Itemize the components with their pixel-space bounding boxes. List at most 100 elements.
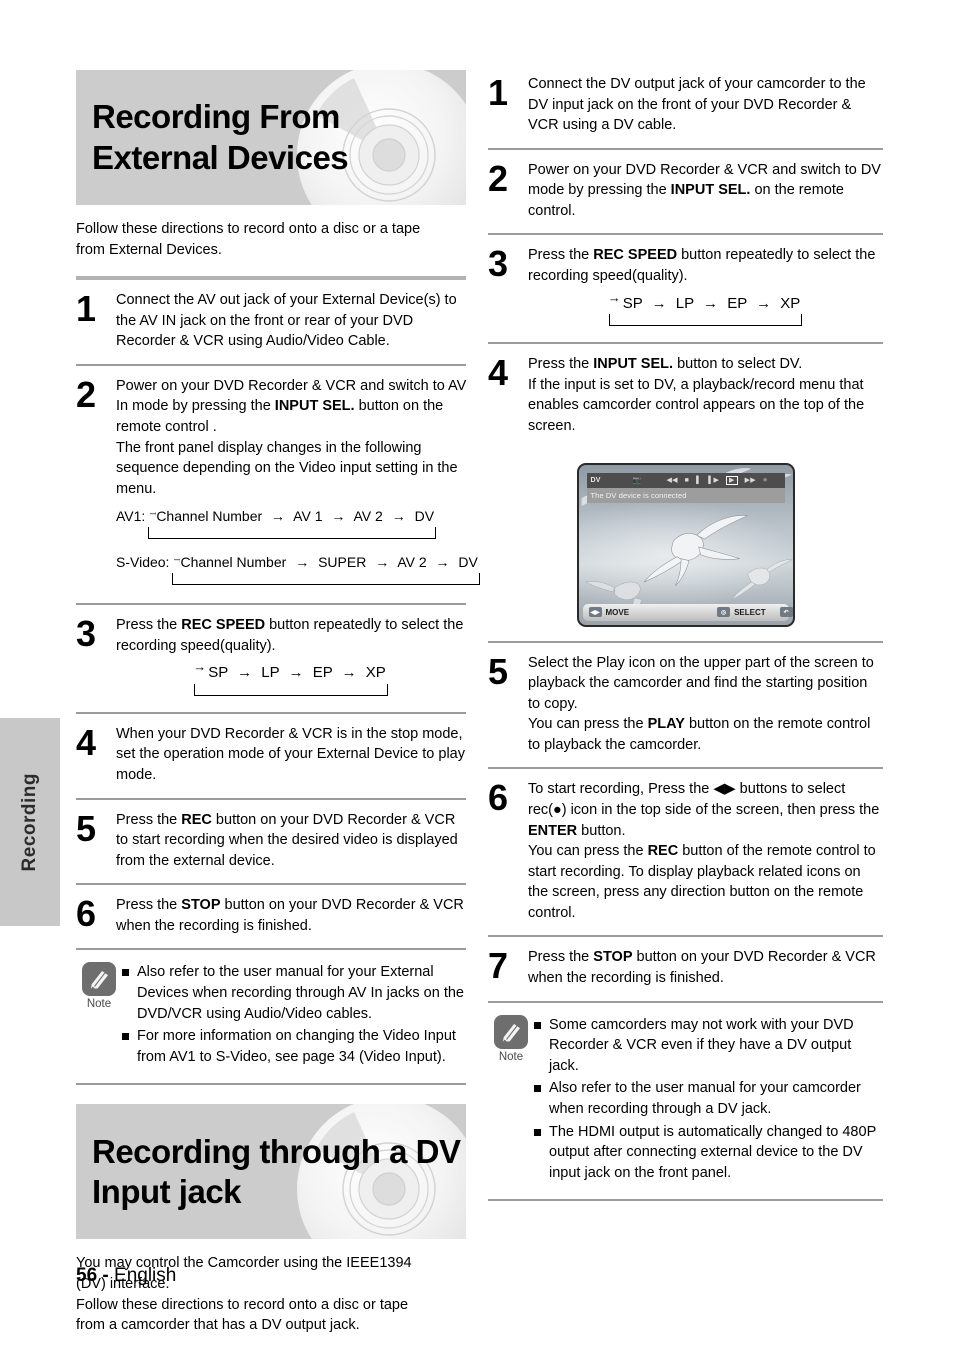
step-number: 1 <box>76 288 97 330</box>
page-number: 56 - <box>76 1265 109 1286</box>
flow-loop-line <box>172 573 480 586</box>
note-label: Note <box>86 998 112 1011</box>
return-key-icon: ↶ <box>779 607 793 618</box>
step-number: 2 <box>488 157 509 199</box>
rewind-icon[interactable]: ◀◀ <box>667 477 678 484</box>
flow-label: AV1: <box>116 508 146 525</box>
step-item: 3 Press the REC SPEED button repeatedly … <box>76 605 466 712</box>
flow-arrow-head-icon: → <box>193 659 207 675</box>
step-item: 6 Press the STOP button on your DVD Reco… <box>76 885 466 948</box>
page-footer: 56 - English <box>76 1265 176 1287</box>
dv-screenshot: DV 📷 ◀◀ ■ ▌ ▌▶ ▶ ▶▶ ● The DV device is c… <box>576 462 795 627</box>
step-text: To start recording, Press the ◀▶ buttons… <box>528 781 880 921</box>
divider-thin <box>488 1199 883 1202</box>
manual-page: Recording Recording From External Device… <box>0 0 954 1349</box>
section-title: Recording From External Devices <box>92 98 349 176</box>
record-icon[interactable]: ● <box>763 476 768 484</box>
flow-loop-line <box>608 314 803 327</box>
flow-item: AV 1 <box>293 508 323 525</box>
flow-item: XP <box>365 664 386 682</box>
flow-item: Channel Number <box>180 554 287 571</box>
section-title: Recording through a DV Input jack <box>92 1132 461 1210</box>
note-item: For more information on changing the Vid… <box>122 1026 466 1067</box>
step-item: 4 Press the INPUT SEL. button to select … <box>488 344 883 448</box>
camcorder-icon: 📷 <box>632 477 642 485</box>
step-text: Connect the AV out jack of your External… <box>116 292 457 350</box>
step-item: 4 When your DVD Recorder & VCR is in the… <box>76 714 466 798</box>
step-text: Press the INPUT SEL. button to select DV… <box>528 356 865 434</box>
step-text: Select the Play icon on the upper part o… <box>528 654 874 753</box>
flow-item: SP <box>622 294 643 312</box>
side-tab-label: Recording <box>19 772 40 872</box>
pencil-note-icon <box>494 1014 528 1049</box>
divider-thin <box>76 1083 466 1086</box>
step-number: 2 <box>76 373 97 415</box>
flow-item: DV <box>458 554 478 571</box>
note-item: The HDMI output is automatically changed… <box>534 1122 883 1184</box>
arrow-right-icon: → <box>288 664 304 682</box>
flow-loop-line <box>148 527 437 540</box>
dv-mode-label: DV <box>590 476 601 484</box>
flow-diagram-rec-speed: → SP → LP → EP → XP <box>116 659 466 696</box>
dv-osd-panel: DV 📷 ◀◀ ■ ▌ ▌▶ ▶ ▶▶ ● The DV device is c… <box>586 472 785 505</box>
step-number: 5 <box>488 650 509 692</box>
step-number: 3 <box>488 243 509 285</box>
arrow-right-icon: → <box>703 294 719 312</box>
play-icon[interactable]: ▶ <box>726 475 738 485</box>
arrow-right-icon: → <box>341 664 357 682</box>
step-text: Press the REC SPEED button repeatedly to… <box>528 247 876 285</box>
step-text: Power on your DVD Recorder & VCR and swi… <box>116 377 467 497</box>
flow-item: EP <box>727 294 747 312</box>
flow-item: SUPER <box>318 554 367 571</box>
note-label: Note <box>498 1050 524 1063</box>
dv-screen-figure: DV 📷 ◀◀ ■ ▌ ▌▶ ▶ ▶▶ ● The DV device is c… <box>488 462 883 627</box>
arrow-right-icon: → <box>756 294 772 312</box>
section-side-tab: Recording <box>0 718 60 926</box>
left-column: Recording From External Devices Follow t… <box>76 70 480 1336</box>
arrow-right-icon: → <box>331 508 346 525</box>
flow-arrow-head-icon: → <box>607 289 621 305</box>
pause-icon[interactable]: ▌ <box>696 477 701 484</box>
flow-item: EP <box>312 664 333 682</box>
note-item: Some camcorders may not work with your D… <box>534 1015 883 1077</box>
flow-item: SP <box>208 664 228 682</box>
arrow-right-icon: → <box>435 554 450 571</box>
flow-item: LP <box>675 294 694 312</box>
dv-status-text: The DV device is connected <box>586 487 785 503</box>
step-number: 1 <box>488 72 509 113</box>
flow-item: XP <box>780 294 801 312</box>
move-label: MOVE <box>605 607 630 617</box>
arrow-right-icon: → <box>375 554 390 571</box>
flow-item: LP <box>261 664 280 682</box>
step-number: 4 <box>488 352 509 394</box>
arrow-right-icon: → <box>651 294 667 312</box>
step-item: 3 Press the REC SPEED button repeatedly … <box>488 235 883 342</box>
flow-item: AV 2 <box>353 508 383 525</box>
select-label: SELECT <box>734 607 766 617</box>
select-key-icon: ◎ <box>717 607 731 618</box>
step-forward-icon[interactable]: ▌▶ <box>708 477 719 484</box>
page-language: English <box>114 1265 177 1286</box>
step-number: 6 <box>488 777 509 819</box>
dv-osd-footer-bar: ◀▶ MOVE ◎ SELECT ↶ RETURN <box>582 603 793 621</box>
step-text: Press the REC button on your DVD Recorde… <box>116 811 458 869</box>
fast-forward-icon[interactable]: ▶▶ <box>745 477 756 484</box>
step-text: Press the STOP button on your DVD Record… <box>528 949 876 987</box>
flow-item: Channel Number <box>156 508 263 525</box>
step-item: 7 Press the STOP button on your DVD Reco… <box>488 937 883 1000</box>
step-text: When your DVD Recorder & VCR is in the s… <box>116 725 465 783</box>
step-item: 2 Power on your DVD Recorder & VCR and s… <box>488 150 883 234</box>
note-box: Note Also refer to the user manual for y… <box>76 950 466 1083</box>
step-number: 3 <box>76 613 97 655</box>
note-item: Also refer to the user manual for your c… <box>534 1078 883 1119</box>
arrow-right-icon: → <box>237 664 253 682</box>
step-item: 5 Select the Play icon on the upper part… <box>488 643 883 768</box>
flow-loop-line <box>194 683 388 696</box>
arrow-right-icon: → <box>271 508 286 525</box>
step-number: 7 <box>488 945 509 987</box>
arrow-right-icon: → <box>295 554 310 571</box>
flow-label: S-Video: <box>116 554 170 571</box>
stop-icon[interactable]: ■ <box>685 477 689 484</box>
step-item: 2 Power on your DVD Recorder & VCR and s… <box>76 366 480 603</box>
section-header-external-devices: Recording From External Devices <box>76 70 466 205</box>
